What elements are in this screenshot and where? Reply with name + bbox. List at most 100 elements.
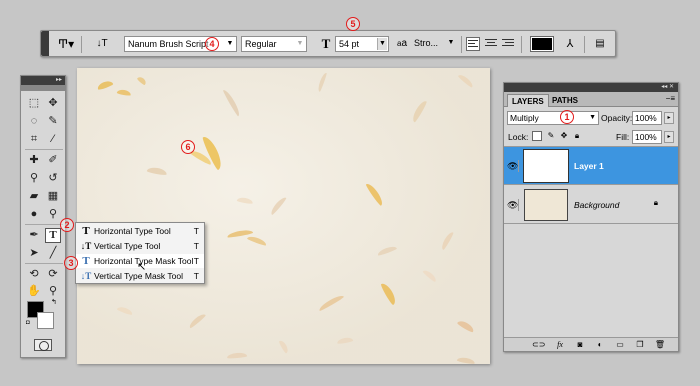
warp-text-icon[interactable]: ⅄ bbox=[563, 36, 577, 52]
character-panel-icon[interactable]: ▤ bbox=[593, 36, 607, 52]
petal bbox=[236, 196, 254, 205]
font-family-select[interactable]: Nanum Brush Script ▼ bbox=[124, 36, 237, 52]
blend-mode-select[interactable]: Multiply ▼ bbox=[507, 111, 599, 125]
opacity-slider-arrow[interactable]: ▸ bbox=[664, 112, 674, 124]
pen-tool-icon[interactable]: ✒ bbox=[26, 228, 42, 243]
lasso-tool-icon[interactable]: ◌ bbox=[26, 114, 42, 129]
type-tool-flyout-menu: T Horizontal Type Tool T ↓T Vertical Typ… bbox=[75, 222, 205, 284]
divider bbox=[584, 36, 585, 53]
dodge-tool-icon[interactable]: ⚲ bbox=[45, 207, 61, 222]
petal bbox=[116, 88, 132, 97]
petal bbox=[365, 181, 385, 207]
petal bbox=[278, 339, 290, 354]
blur-tool-icon[interactable]: ● bbox=[26, 207, 42, 222]
opacity-label: Opacity: bbox=[601, 113, 633, 123]
history-brush-tool-icon[interactable]: ↺ bbox=[45, 171, 61, 186]
lock-transparency-icon[interactable] bbox=[532, 131, 542, 141]
blend-row: Multiply ▼ Opacity: 100% ▸ bbox=[504, 109, 678, 127]
adjustment-layer-icon[interactable]: ◐ bbox=[594, 339, 606, 351]
healing-brush-tool-icon[interactable]: ✚ bbox=[26, 153, 42, 168]
background-color-swatch[interactable] bbox=[37, 312, 54, 329]
delete-layer-icon[interactable]: 🗑︎ bbox=[654, 339, 666, 351]
text-orientation-icon[interactable]: ↓T bbox=[95, 36, 109, 52]
options-bar: Ͳ▾ ↓T Nanum Brush Script ▼ Regular ▼ T 5… bbox=[40, 30, 616, 57]
blend-mode-value: Multiply bbox=[510, 113, 539, 123]
gradient-tool-icon[interactable]: ▦ bbox=[45, 189, 61, 204]
document-canvas[interactable] bbox=[77, 68, 490, 364]
new-layer-icon[interactable]: ❐ bbox=[634, 339, 646, 351]
move-tool-icon[interactable]: ✥ bbox=[45, 96, 61, 111]
divider bbox=[25, 149, 63, 150]
align-right-button[interactable] bbox=[501, 37, 515, 51]
flyout-item-label: Horizontal Type Tool bbox=[94, 226, 171, 236]
lock-position-icon[interactable]: ✥ bbox=[559, 131, 569, 141]
divider bbox=[25, 263, 63, 264]
horizontal-type-icon: T bbox=[82, 225, 90, 237]
divider bbox=[521, 36, 522, 53]
visibility-eye-icon[interactable]: 👁︎ bbox=[507, 199, 519, 211]
swap-colors-icon[interactable]: ↰ bbox=[51, 298, 57, 306]
crop-tool-icon[interactable]: ⌗ bbox=[26, 132, 42, 147]
align-center-button[interactable] bbox=[484, 37, 498, 51]
lock-pixels-icon[interactable]: ✎ bbox=[546, 131, 556, 141]
tab-paths[interactable]: PATHS bbox=[548, 94, 582, 107]
brush-tool-icon[interactable]: ✐ bbox=[45, 153, 61, 168]
layer-name[interactable]: Layer 1 bbox=[574, 160, 604, 172]
path-selection-tool-icon[interactable]: ➤ bbox=[26, 246, 42, 261]
flyout-item-vertical-type[interactable]: ↓T Vertical Type Tool T bbox=[76, 239, 204, 253]
3d-rotate-tool-icon[interactable]: ⟲ bbox=[26, 267, 42, 282]
anti-alias-select[interactable]: Stro... ▼ bbox=[411, 36, 457, 52]
eyedropper-tool-icon[interactable]: ⁄ bbox=[45, 132, 61, 147]
marquee-tool-icon[interactable]: ⬚ bbox=[26, 96, 42, 111]
petal bbox=[269, 195, 287, 216]
quick-mask-button[interactable] bbox=[34, 339, 52, 351]
layer-row-background[interactable]: 👁︎ Background 🔒︎ bbox=[504, 186, 678, 224]
flyout-item-horizontal-type[interactable]: T Horizontal Type Tool T bbox=[76, 224, 204, 238]
type-mask-tool-icon[interactable]: T bbox=[45, 228, 61, 243]
anti-alias-value: Stro... bbox=[414, 38, 439, 48]
flyout-item-shortcut: T bbox=[193, 226, 199, 236]
layer-row-layer-1[interactable]: 👁︎ Layer 1 bbox=[504, 147, 678, 185]
line-tool-icon[interactable]: ╱ bbox=[45, 246, 61, 261]
link-layers-icon[interactable]: ⊂⊃ bbox=[532, 339, 545, 351]
divider bbox=[81, 36, 82, 53]
tab-layers[interactable]: LAYERS bbox=[507, 94, 549, 107]
petal bbox=[456, 356, 476, 364]
type-tool-preset-icon[interactable]: Ͳ▾ bbox=[57, 36, 75, 52]
quick-selection-tool-icon[interactable]: ✎ bbox=[45, 114, 61, 129]
font-style-value: Regular bbox=[245, 39, 277, 49]
zoom-tool-icon[interactable]: ⚲ bbox=[45, 284, 61, 299]
petal bbox=[376, 244, 398, 257]
font-size-field[interactable]: 54 pt ▼ bbox=[335, 36, 389, 52]
panel-tabs: LAYERS PATHS −≡ bbox=[504, 92, 678, 107]
text-color-swatch[interactable] bbox=[530, 36, 554, 52]
font-style-select[interactable]: Regular ▼ bbox=[241, 36, 307, 52]
layers-panel-header[interactable]: ◂◂ ✕ bbox=[504, 83, 678, 92]
lock-all-icon[interactable]: 🔒︎ bbox=[572, 131, 582, 141]
fill-field[interactable]: 100% bbox=[632, 130, 662, 144]
tools-panel-grip[interactable] bbox=[21, 85, 65, 91]
3d-orbit-tool-icon[interactable]: ⟳ bbox=[45, 267, 61, 282]
callout-marker-6: 6 bbox=[181, 140, 195, 154]
opacity-field[interactable]: 100% bbox=[632, 111, 662, 125]
new-group-icon[interactable]: ▭ bbox=[614, 339, 626, 351]
align-left-button[interactable] bbox=[466, 37, 480, 51]
panel-menu-icon[interactable]: −≡ bbox=[666, 94, 675, 103]
layer-style-icon[interactable]: fx bbox=[554, 339, 566, 351]
petal bbox=[379, 281, 399, 306]
hand-tool-icon[interactable]: ✋ bbox=[26, 284, 42, 299]
visibility-eye-icon[interactable]: 👁︎ bbox=[507, 160, 519, 172]
tools-panel: ▸▸ ⬚ ✥ ◌ ✎ ⌗ ⁄ ✚ ✐ ⚲ ↺ ▰ ▦ ● ⚲ ✒ T ➤ ╱ ⟲… bbox=[20, 75, 66, 358]
add-mask-icon[interactable]: ◙ bbox=[574, 339, 586, 351]
options-bar-grip[interactable] bbox=[41, 31, 49, 56]
petal bbox=[136, 75, 148, 86]
eraser-tool-icon[interactable]: ▰ bbox=[26, 189, 42, 204]
layer-name[interactable]: Background bbox=[574, 199, 619, 211]
clone-stamp-tool-icon[interactable]: ⚲ bbox=[26, 171, 42, 186]
divider bbox=[25, 224, 63, 225]
tools-panel-header[interactable]: ▸▸ bbox=[21, 76, 65, 85]
petal bbox=[222, 88, 242, 117]
default-colors-icon[interactable]: ◘ bbox=[26, 320, 30, 326]
petal bbox=[116, 305, 134, 316]
fill-slider-arrow[interactable]: ▸ bbox=[664, 131, 674, 143]
